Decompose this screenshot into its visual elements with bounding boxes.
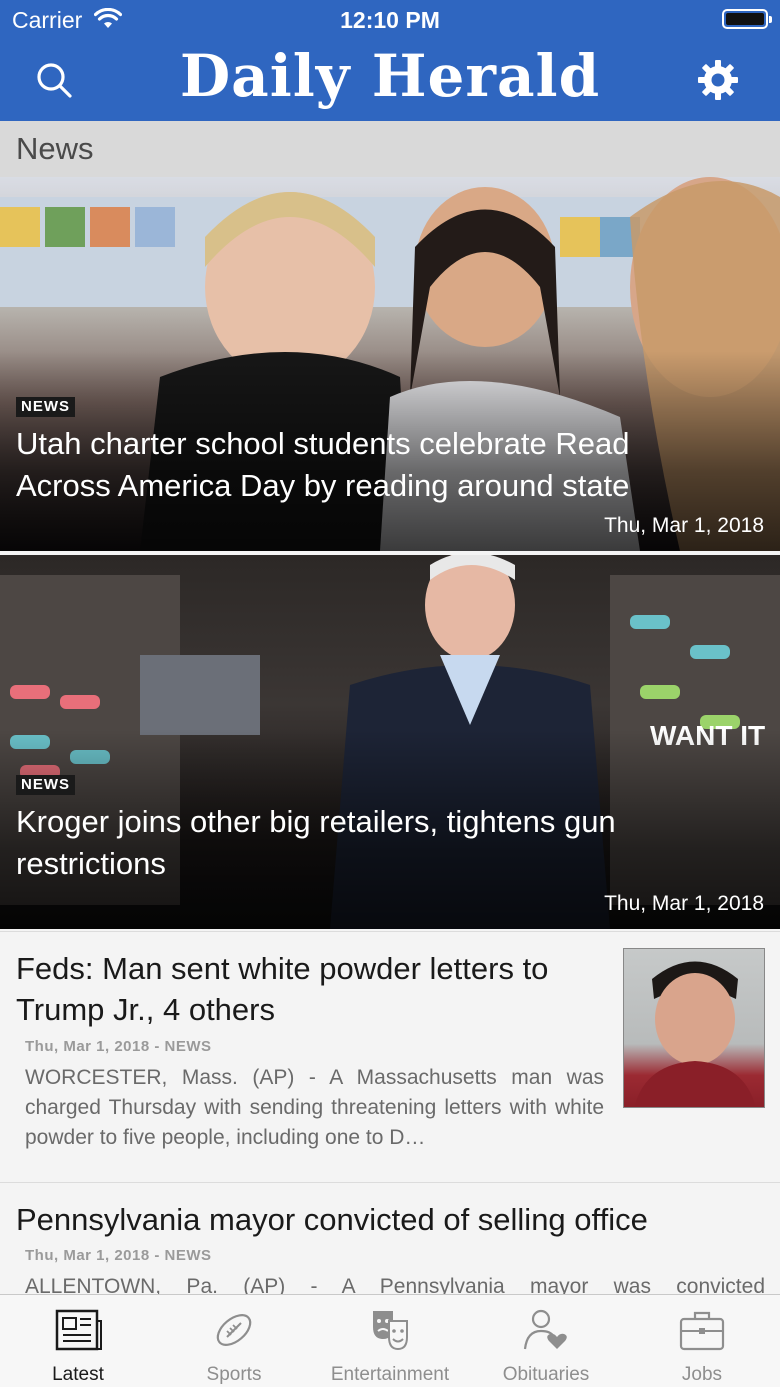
article-excerpt: ALLENTOWN, Pa. (AP) - A Pennsylvania may… — [25, 1275, 765, 1294]
feature-date: Thu, Mar 1, 2018 — [604, 892, 764, 915]
feature-date: Thu, Mar 1, 2018 — [604, 514, 764, 537]
football-icon — [216, 1314, 252, 1346]
status-time: 12:10 PM — [340, 7, 440, 33]
theater-masks-icon — [373, 1311, 408, 1351]
tab-label: Entertainment — [330, 1364, 450, 1385]
category-tag: NEWS — [16, 775, 75, 795]
feature-article-2[interactable]: WANT IT NEWS Kroger joins other big reta… — [0, 555, 780, 929]
tab-entertainment[interactable]: Entertainment — [312, 1295, 468, 1387]
section-title: News — [16, 131, 94, 166]
article-title: Pennsylvania mayor convicted of selling … — [16, 1202, 648, 1237]
article-item-2[interactable]: Pennsylvania mayor convicted of selling … — [0, 1182, 780, 1294]
article-meta: Thu, Mar 1, 2018 - NEWS — [25, 1038, 212, 1055]
tab-label: Sports — [206, 1364, 262, 1385]
person-heart-icon — [523, 1309, 567, 1350]
category-tag: NEWS — [16, 397, 75, 417]
settings-button[interactable] — [694, 56, 742, 104]
tab-obituaries[interactable]: Obituaries — [468, 1295, 624, 1387]
tab-label: Obituaries — [502, 1364, 590, 1385]
article-item-1[interactable]: Feds: Man sent white powder letters to T… — [0, 931, 780, 1182]
briefcase-icon — [679, 1311, 725, 1351]
article-meta: Thu, Mar 1, 2018 - NEWS — [25, 1247, 212, 1264]
tab-latest[interactable]: Latest — [0, 1295, 156, 1387]
newspaper-icon — [55, 1309, 102, 1351]
tab-jobs[interactable]: Jobs — [624, 1295, 780, 1387]
tab-bar: Latest Sports Entertainment Obituaries J… — [0, 1294, 780, 1387]
tab-sports[interactable]: Sports — [156, 1295, 312, 1387]
section-header — [0, 121, 780, 177]
battery-level — [726, 13, 764, 25]
feature-article-1[interactable]: NEWS Utah charter school students celebr… — [0, 177, 780, 551]
tab-label: Latest — [52, 1364, 104, 1385]
feature-title: Utah charter school students celebrate R… — [16, 426, 630, 503]
app-header: Carrier 12:10 PM Daily Herald — [0, 0, 780, 121]
article-photo — [634, 961, 756, 1107]
article-thumbnail — [623, 948, 765, 1108]
brand-logo: Daily Herald — [179, 42, 601, 110]
article-excerpt: WORCESTER, Mass. (AP) - A Massachusetts … — [25, 1066, 604, 1149]
tab-label: Jobs — [681, 1364, 723, 1385]
article-title: Feds: Man sent white powder letters to T… — [16, 951, 549, 1027]
feature-title: Kroger joins other big retailers, tighte… — [16, 804, 616, 881]
status-bar: Carrier 12:10 PM — [0, 0, 780, 40]
battery-icon — [722, 9, 772, 29]
